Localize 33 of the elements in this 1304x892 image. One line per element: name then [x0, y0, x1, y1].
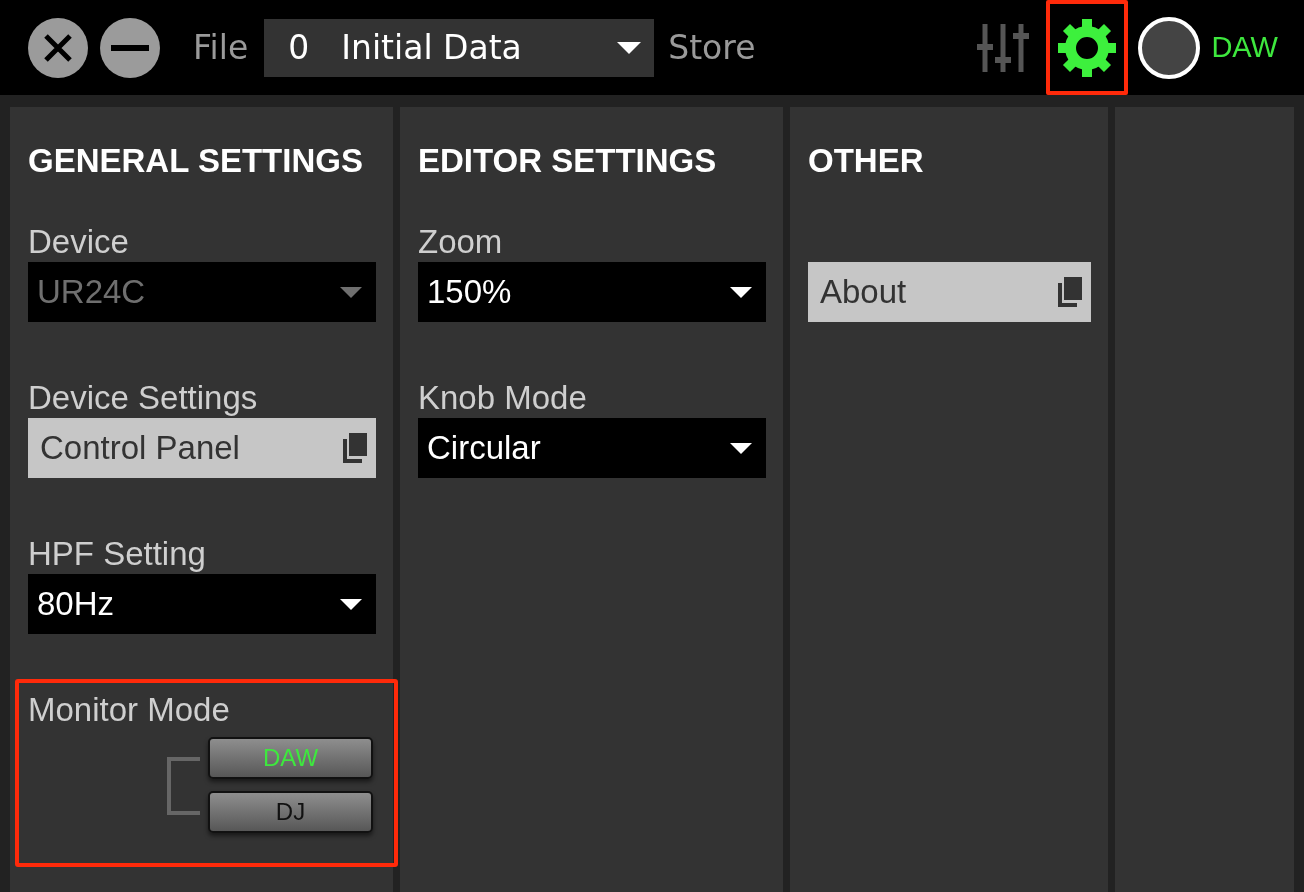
- setting-label: Device Settings: [28, 378, 258, 418]
- settings-button[interactable]: [1046, 0, 1129, 95]
- gear-icon: [1057, 17, 1118, 78]
- dropdown[interactable]: 80Hz: [28, 574, 376, 634]
- setting-label: Device: [28, 222, 129, 262]
- section-title: GENERAL SETTINGS: [28, 141, 363, 181]
- copy-icon: [1058, 277, 1082, 307]
- caret-icon: [340, 598, 362, 610]
- mode-option[interactable]: DJ: [208, 791, 373, 833]
- section-title: EDITOR SETTINGS: [418, 141, 717, 181]
- sliders-icon: [976, 22, 1031, 73]
- bracket-icon: [166, 757, 200, 815]
- setting-label: Knob Mode: [418, 378, 587, 418]
- setting-label: Zoom: [418, 222, 503, 262]
- caret-icon: [730, 286, 752, 298]
- setting-label: Monitor Mode: [28, 690, 230, 730]
- caret-icon: [617, 41, 642, 54]
- dropdown[interactable]: Circular: [418, 418, 766, 478]
- caret-icon: [730, 442, 752, 454]
- open-window-button[interactable]: About: [808, 262, 1091, 322]
- section-title: OTHER: [808, 141, 924, 181]
- minus-icon: [111, 44, 149, 51]
- mode-label: DAW: [1211, 31, 1278, 64]
- open-window-button[interactable]: Control Panel: [28, 418, 376, 478]
- scene-select[interactable]: 0 Initial Data: [264, 18, 655, 77]
- store-button[interactable]: Store: [668, 28, 756, 67]
- copy-icon: [343, 433, 367, 463]
- status-indicator-icon: [1138, 16, 1201, 79]
- file-label: File: [193, 28, 249, 67]
- setting-label: HPF Setting: [28, 534, 206, 574]
- dropdown[interactable]: 150%: [418, 262, 766, 322]
- close-icon: [43, 32, 73, 63]
- caret-icon: [340, 286, 362, 298]
